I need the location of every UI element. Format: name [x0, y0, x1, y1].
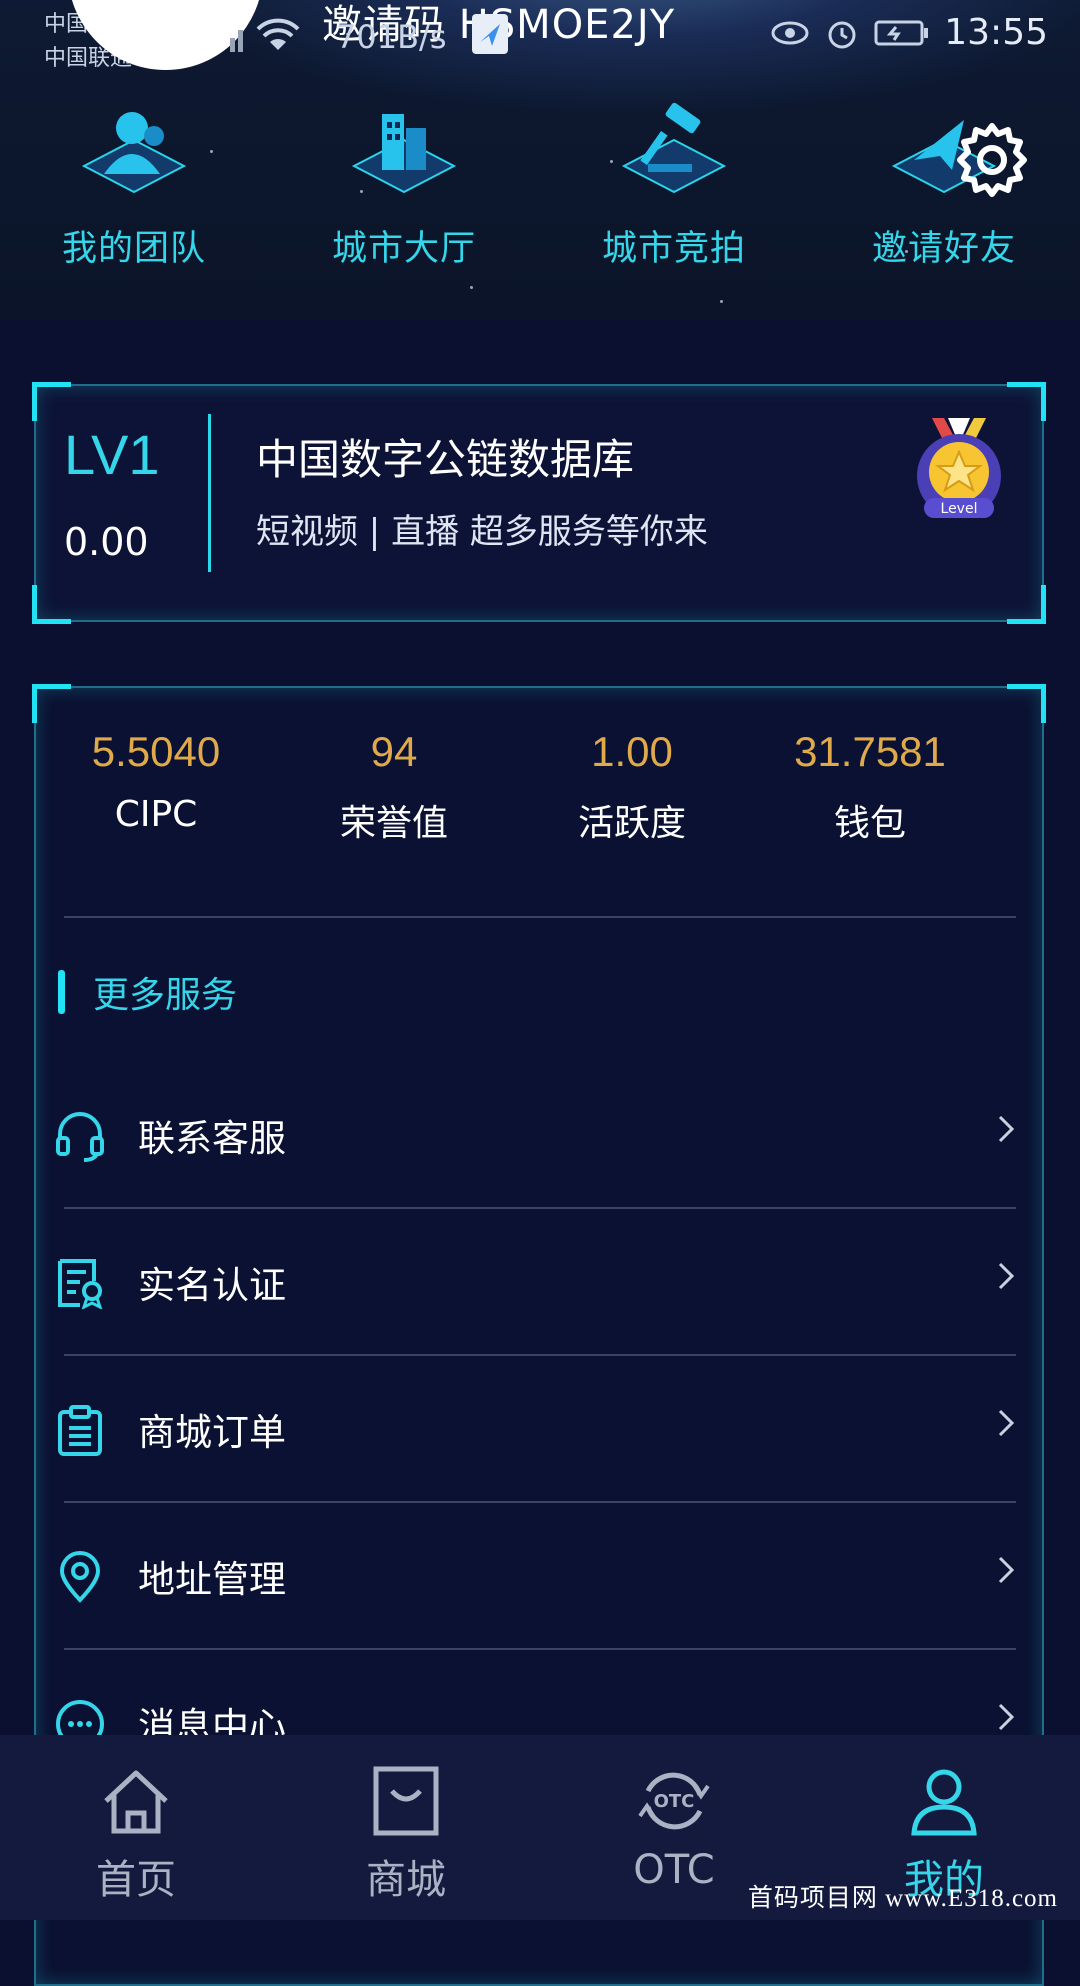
- svg-text:OTC: OTC: [654, 1791, 695, 1812]
- stat-value: 5.5040: [91, 728, 221, 775]
- otc-icon: OTC: [638, 1772, 710, 1830]
- tab-label: 首页: [96, 1857, 176, 1903]
- service-row-customer-service[interactable]: 联系客服: [50, 1064, 1016, 1211]
- clipboard-icon: [58, 1405, 102, 1456]
- service-row-real-name[interactable]: 实名认证: [50, 1211, 1016, 1358]
- divider: [64, 1207, 1016, 1209]
- frame-corner: [32, 382, 71, 421]
- headset-icon: [56, 1112, 104, 1162]
- chevron-right-icon: [998, 1409, 1015, 1437]
- bottom-nav: 首页 商城 OTC OTC 我的 首码项目网 www.E318.com: [0, 1735, 1080, 1920]
- level-label: LV1: [64, 423, 160, 486]
- user-icon: [911, 1769, 977, 1836]
- shopping-bag-icon: [373, 1766, 439, 1836]
- eye-comfort-icon: [771, 21, 809, 44]
- stat-value: 94: [370, 728, 418, 775]
- service-label: 实名认证: [138, 1264, 286, 1307]
- shortcut-my-team[interactable]: 我的团队: [34, 100, 234, 271]
- chevron-right-icon: [998, 1115, 1015, 1143]
- stat-activity[interactable]: 1.00 活跃度: [512, 728, 752, 846]
- section-accent-bar: [58, 970, 65, 1014]
- home-icon: [104, 1770, 168, 1834]
- watermark: 首码项目网 www.E318.com: [747, 1885, 1058, 1912]
- chevron-right-icon: [998, 1262, 1015, 1290]
- divider: [64, 1648, 1016, 1650]
- stat-label: 荣誉值: [339, 803, 448, 844]
- settings-gear-icon[interactable]: [952, 120, 1032, 200]
- tab-mall[interactable]: 商城: [316, 1761, 496, 1905]
- stat-value: 31.7581: [794, 728, 946, 775]
- level-value: 0.00: [64, 520, 149, 564]
- section-title: 更多服务: [93, 975, 238, 1016]
- stat-label: 活跃度: [577, 803, 686, 844]
- level-medal-icon: Level: [917, 418, 1001, 518]
- service-label: 地址管理: [138, 1558, 286, 1601]
- stat-label: CIPC: [114, 794, 198, 835]
- battery-icon: [874, 20, 929, 45]
- tab-otc[interactable]: OTC OTC: [584, 1761, 764, 1893]
- section-header: 更多服务: [58, 966, 237, 1018]
- shortcut-city-hall[interactable]: 城市大厅: [304, 100, 504, 271]
- card-divider: [208, 414, 211, 572]
- tab-home[interactable]: 首页: [46, 1761, 226, 1905]
- shortcut-city-auction[interactable]: 城市竞拍: [574, 100, 774, 271]
- chevron-right-icon: [998, 1556, 1015, 1584]
- service-row-address[interactable]: 地址管理: [50, 1505, 1016, 1652]
- stat-wallet[interactable]: 31.7581 钱包: [750, 728, 990, 846]
- certificate-icon: [58, 1259, 103, 1309]
- frame-corner: [1007, 585, 1046, 624]
- auction-gavel-icon: [621, 102, 727, 194]
- city-hall-icon: [351, 114, 457, 194]
- divider: [64, 1354, 1016, 1356]
- signal-wifi-icon: [230, 18, 300, 52]
- location-pin-icon: [59, 1551, 101, 1603]
- app-notification-icon: [472, 14, 508, 54]
- chevron-right-icon: [998, 1703, 1015, 1731]
- tab-label: OTC: [633, 1847, 715, 1893]
- network-speed: 701B/s: [336, 18, 447, 56]
- divider: [64, 916, 1016, 918]
- shortcut-label: 邀请好友: [871, 229, 1016, 269]
- stat-honor[interactable]: 94 荣誉值: [274, 728, 514, 846]
- stat-label: 钱包: [833, 803, 906, 844]
- team-icon: [81, 112, 187, 194]
- tab-label: 商城: [366, 1857, 446, 1903]
- frame-corner: [32, 585, 71, 624]
- shortcut-label: 我的团队: [61, 229, 206, 269]
- shortcut-label: 城市大厅: [331, 229, 476, 269]
- service-label: 商城订单: [138, 1411, 286, 1454]
- divider: [64, 1501, 1016, 1503]
- service-label: 联系客服: [138, 1117, 286, 1160]
- frame-corner: [1007, 684, 1046, 723]
- frame-corner: [32, 684, 71, 723]
- card-title: 中国数字公链数据库: [256, 435, 635, 484]
- card-subtitle: 短视频 | 直播 超多服务等你来: [256, 512, 708, 552]
- clock: 13:55: [944, 12, 1048, 53]
- service-row-mall-orders[interactable]: 商城订单: [50, 1358, 1016, 1505]
- stat-cipc[interactable]: 5.5040 CIPC: [36, 728, 276, 835]
- alarm-icon: [828, 21, 856, 48]
- level-card[interactable]: LV1 0.00 中国数字公链数据库 短视频 | 直播 超多服务等你来 Leve…: [32, 382, 1046, 624]
- shortcut-label: 城市竞拍: [601, 229, 746, 269]
- stat-value: 1.00: [591, 728, 673, 775]
- status-bar: 中国 中国联通 邀请码 HSMOE2JY 701B/s 13:55: [0, 0, 1080, 71]
- medal-text: Level: [941, 501, 978, 517]
